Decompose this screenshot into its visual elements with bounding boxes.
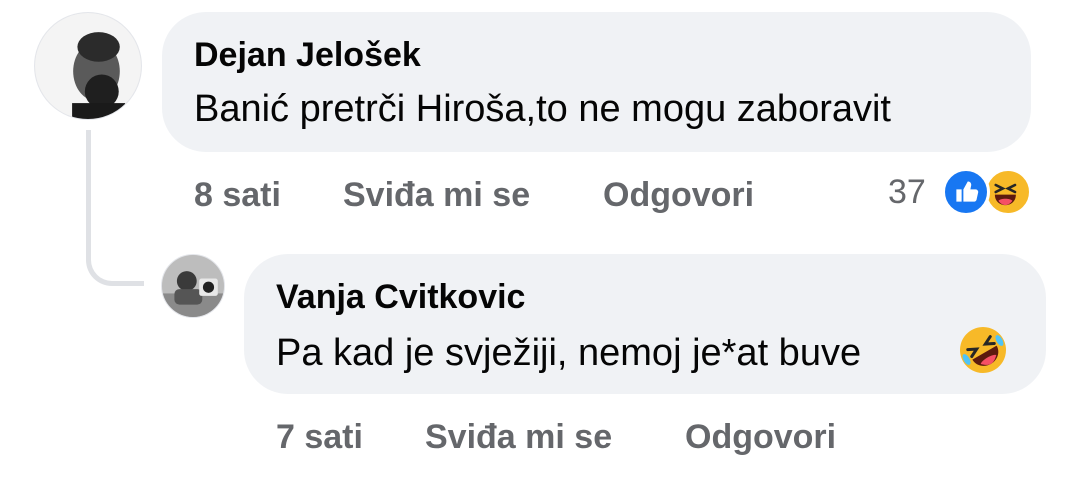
laughing-emoji-icon[interactable] [984, 168, 1032, 216]
like-button[interactable]: Sviđa mi se [343, 176, 530, 215]
comment-author[interactable]: Dejan Jelošek [194, 36, 421, 75]
profile-photo-icon [35, 13, 141, 119]
comment-timestamp[interactable]: 8 sati [194, 176, 281, 215]
like-icon[interactable] [942, 168, 990, 216]
comment-text: Pa kad je svježiji, nemoj je*at buve [276, 332, 862, 374]
avatar[interactable] [161, 254, 225, 318]
profile-photo-icon [162, 255, 224, 317]
comment-bubble [162, 12, 1031, 152]
comment-author[interactable]: Vanja Cvitkovic [276, 278, 525, 317]
reply-button[interactable]: Odgovori [603, 176, 754, 215]
avatar[interactable] [34, 12, 142, 120]
comment-text: Banić pretrči Hiroša,to ne mogu zaboravi… [194, 88, 891, 130]
like-button[interactable]: Sviđa mi se [425, 418, 612, 457]
rolling-on-floor-laughing-emoji-icon [958, 325, 1008, 375]
reaction-count[interactable]: 37 [888, 173, 926, 212]
reply-button[interactable]: Odgovori [685, 418, 836, 457]
comment-timestamp[interactable]: 7 sati [276, 418, 363, 457]
thread-connector-line [86, 130, 144, 286]
